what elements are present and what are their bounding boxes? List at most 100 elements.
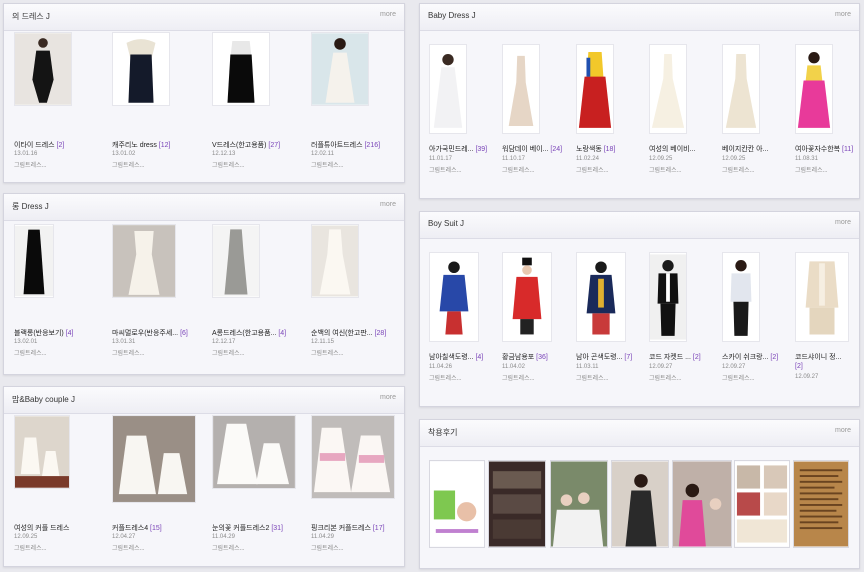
item-title[interactable]: 코드샤이니 정... <box>795 354 841 361</box>
item-title[interactable]: 남아 곤색도령... <box>576 354 622 361</box>
thumbnail-image[interactable] <box>576 252 626 342</box>
comment-count: [4] <box>475 354 484 361</box>
thumbnail-image[interactable] <box>112 415 196 503</box>
thumbnail-image[interactable] <box>212 32 270 106</box>
panel-boy-suit: Boy Suit J more 남아칠색도령... [4] 11.04.26 그… <box>419 211 860 407</box>
item-date: 11.08.31 <box>795 156 818 162</box>
item-title[interactable]: 마씨멀로우(반응주세... <box>112 330 178 337</box>
item-date: 11.10.17 <box>502 156 525 162</box>
more-link[interactable]: more <box>835 219 851 226</box>
comment-count: [4] <box>65 330 74 337</box>
thumbnail-image[interactable] <box>795 252 849 342</box>
comment-count: [2] <box>692 354 701 361</box>
item-author: 그림트레스... <box>112 546 145 552</box>
panel-title: Baby Dress J <box>428 11 476 20</box>
thumbnail-image[interactable] <box>576 44 614 134</box>
item-title[interactable]: 러플튜아트드레스 <box>311 142 363 149</box>
item-title[interactable]: 노랑색동 <box>576 146 602 153</box>
review-thumbnail[interactable] <box>550 460 608 548</box>
thumbnail-image[interactable] <box>795 44 833 134</box>
more-link[interactable]: more <box>835 11 851 18</box>
more-link[interactable]: more <box>380 201 396 208</box>
thumbnail-image[interactable] <box>649 44 687 134</box>
thumbnail-image[interactable] <box>429 252 479 342</box>
thumbnail-image[interactable] <box>112 32 170 106</box>
item-title[interactable]: 캐주리노 dress <box>112 142 157 149</box>
comment-count: [27] <box>268 142 281 149</box>
comment-count: [11] <box>842 146 854 153</box>
comment-count: [31] <box>271 525 283 532</box>
item-title[interactable]: 여성의 커플 드레스 <box>14 525 69 532</box>
item-author: 그림트레스... <box>14 546 47 552</box>
item-title[interactable]: 순백의 여신(한고판... <box>311 330 373 337</box>
item-title[interactable]: 스카이 쉬크랑... <box>722 354 768 361</box>
thumbnail-image[interactable] <box>502 44 540 134</box>
panel-mom-baby-couple: 맘&Baby couple J more 여성의 커플 드레스 12.09.25… <box>3 386 405 567</box>
item-title[interactable]: 이타이 드레스 <box>14 142 55 149</box>
comment-count: [28] <box>374 330 387 337</box>
comment-count: [7] <box>624 354 633 361</box>
more-link[interactable]: more <box>380 11 396 18</box>
item-title[interactable]: 핑크리본 커플드레스 <box>311 525 371 532</box>
item-date: 11.04.29 <box>311 534 334 540</box>
item-date: 12.09.25 <box>722 156 746 162</box>
item-date: 12.09.27 <box>649 364 673 370</box>
thumbnail-image[interactable] <box>311 32 369 106</box>
thumbnail-image[interactable] <box>14 415 70 489</box>
item-author: 그림트레스... <box>311 351 344 357</box>
thumbnail-image[interactable] <box>14 32 72 106</box>
item-title[interactable]: 여성의 베이비... <box>649 146 695 153</box>
item-date: 13.01.02 <box>112 151 136 157</box>
more-link[interactable]: more <box>835 427 851 434</box>
item-date: 11.03.11 <box>576 364 599 370</box>
more-link[interactable]: more <box>380 394 396 401</box>
item-title[interactable]: 여아꽃자수한복 <box>795 146 840 153</box>
item-date: 13.02.01 <box>14 339 38 345</box>
item-title[interactable]: 커플드레스4 <box>112 525 148 532</box>
item-title[interactable]: 코드 자켓드 ... <box>649 354 691 361</box>
thumbnail-image[interactable] <box>14 224 54 298</box>
panel-header: 착용후기 more <box>420 420 859 447</box>
item-title[interactable]: 워담데이 베이... <box>502 146 548 153</box>
item-title[interactable]: 아가국민드레... <box>429 146 473 153</box>
item-title[interactable]: 베이지칸칸 아... <box>722 146 768 153</box>
comment-count: [6] <box>180 330 188 337</box>
thumbnail-image[interactable] <box>649 252 687 342</box>
review-thumbnail[interactable] <box>488 460 546 548</box>
thumbnail-image[interactable] <box>429 44 467 134</box>
thumbnail-image[interactable] <box>722 252 760 342</box>
item-title[interactable]: 눈의꽃 커플드레스2 <box>212 525 269 532</box>
item-title[interactable]: 블랙롱(반응보기) <box>14 330 64 337</box>
item-date: 12.11.15 <box>311 339 334 345</box>
item-title[interactable]: V드레스(한고용품) <box>212 142 266 149</box>
review-thumbnail[interactable] <box>429 460 485 548</box>
item-title[interactable]: 남아칠색도령... <box>429 354 473 361</box>
thumbnail-image[interactable] <box>311 224 359 298</box>
comment-count: [36] <box>536 354 548 361</box>
thumbnail-image[interactable] <box>112 224 176 298</box>
comment-count: [4] <box>278 330 287 337</box>
thumbnail-image[interactable] <box>212 415 296 489</box>
review-thumbnail[interactable] <box>793 460 849 548</box>
thumbnail-image[interactable] <box>212 224 260 298</box>
item-title[interactable]: A롱드레스(한고용품... <box>212 330 276 337</box>
review-thumbnail[interactable] <box>734 460 790 548</box>
review-thumbnail[interactable] <box>611 460 669 548</box>
item-date: 12.09.25 <box>649 156 673 162</box>
comment-count: [17] <box>372 525 385 532</box>
item-author: 그림트레스... <box>502 376 535 382</box>
item-date: 11.04.26 <box>429 364 452 370</box>
review-thumbnail[interactable] <box>672 460 732 548</box>
item-date: 12.12.17 <box>212 339 236 345</box>
comment-count: [39] <box>475 146 488 153</box>
item-author: 그림트레스... <box>429 376 462 382</box>
item-date: 11.02.24 <box>576 156 599 162</box>
item-author: 그림트레스... <box>212 546 245 552</box>
item-author: 그림트레스... <box>795 168 828 174</box>
thumbnail-image[interactable] <box>311 415 395 499</box>
thumbnail-image[interactable] <box>502 252 552 342</box>
item-date: 12.09.25 <box>14 534 38 540</box>
item-title[interactable]: 황금남용포 <box>502 354 534 361</box>
thumbnail-image[interactable] <box>722 44 760 134</box>
item-author: 그림트레스... <box>14 163 47 169</box>
